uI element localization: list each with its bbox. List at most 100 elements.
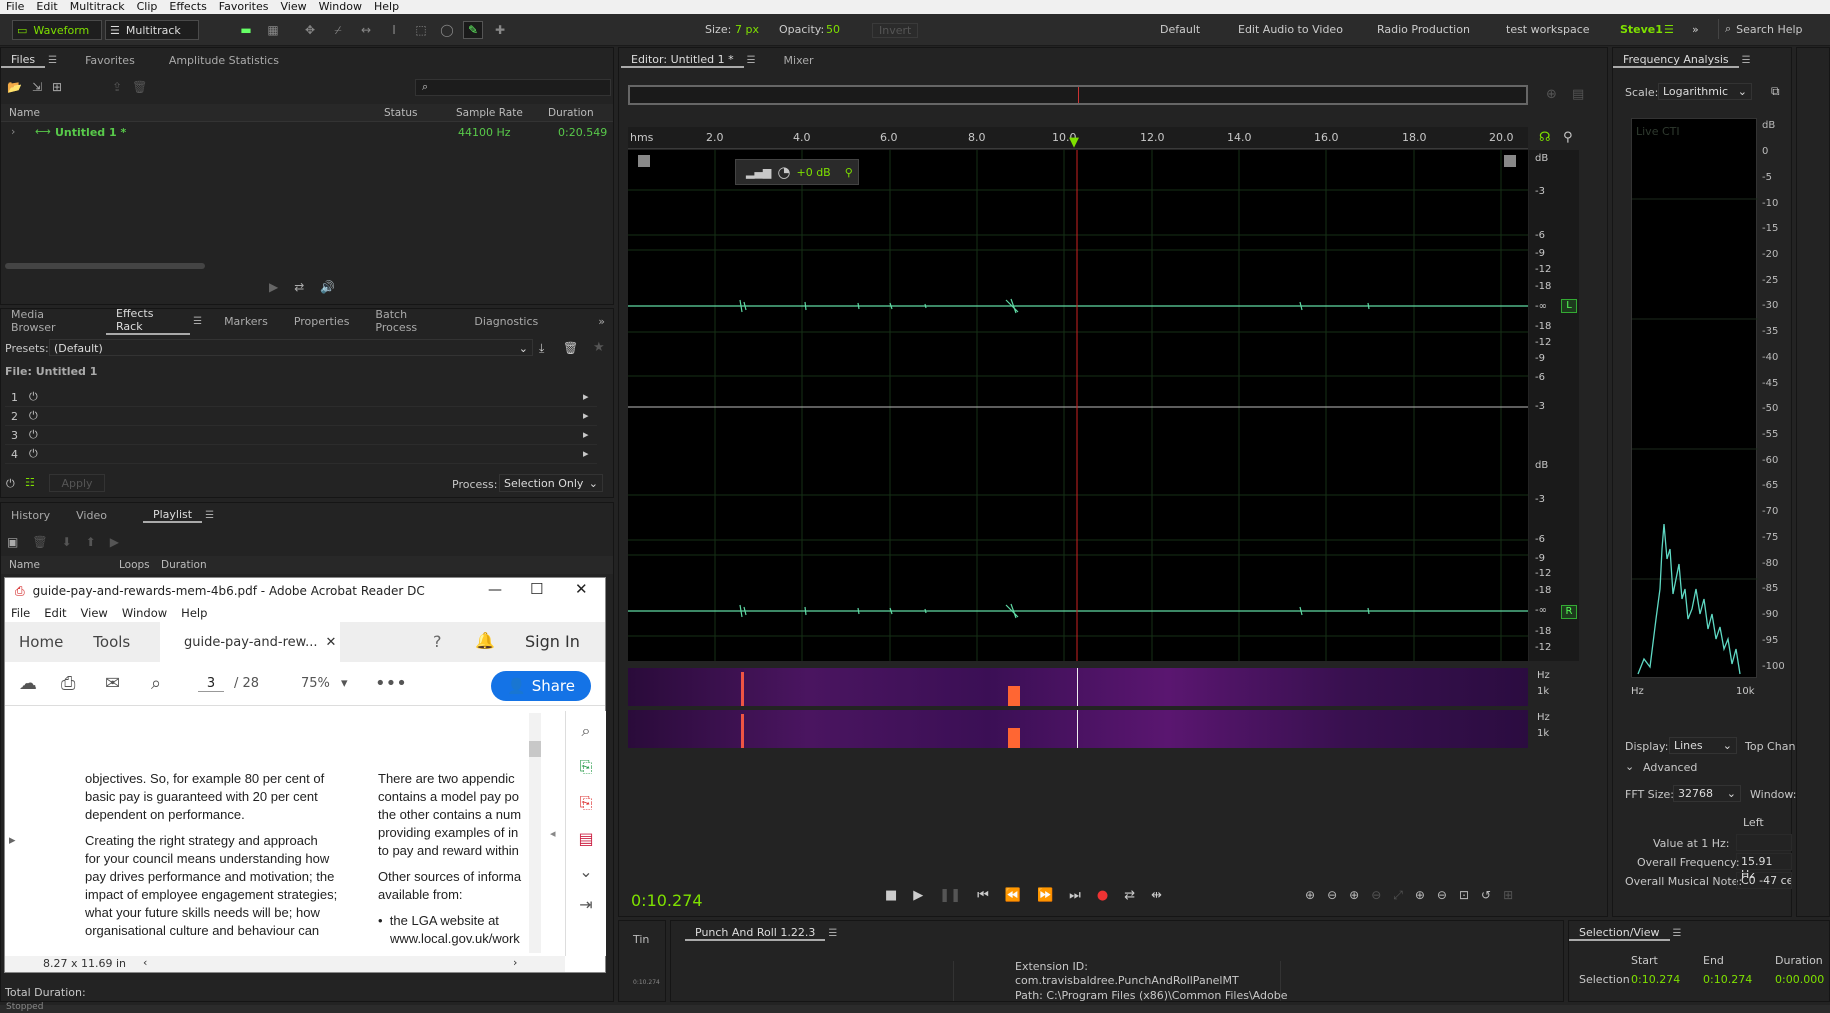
zoom-in-point-icon[interactable]: ⊕	[1415, 888, 1425, 903]
move-tool-icon[interactable]: ✥	[300, 21, 320, 39]
overview-bar[interactable]	[628, 85, 1528, 105]
panel-menu-icon[interactable]: ☰	[747, 55, 756, 66]
razor-tool-icon[interactable]: ⌿	[328, 21, 348, 39]
chevron-down-icon[interactable]: ⌄	[1625, 760, 1634, 773]
tab-files[interactable]: Files	[1, 53, 46, 68]
play-icon[interactable]: ▶	[913, 888, 923, 903]
playhead-marker-icon[interactable]: ▼	[1069, 135, 1079, 150]
acro-menu-edit[interactable]: Edit	[44, 606, 66, 620]
toggle-icon[interactable]: ▤	[1572, 87, 1584, 102]
tab-tools[interactable]: Tools	[93, 633, 130, 651]
workspace-default[interactable]: Default	[1160, 23, 1200, 36]
overflow-icon[interactable]: »	[1692, 23, 1699, 36]
process-select[interactable]: Selection Only ⌄	[499, 474, 603, 492]
zoom-select[interactable]: 75%	[301, 676, 330, 691]
col-duration[interactable]: Duration	[548, 107, 594, 119]
play-icon[interactable]: ▶	[110, 535, 119, 549]
slip-tool-icon[interactable]: ↔	[356, 21, 376, 39]
effect-slot[interactable]: 2 ⏻ ▸	[5, 407, 597, 426]
acro-menu-view[interactable]: View	[81, 606, 108, 620]
channel-left-button[interactable]: L	[1561, 299, 1577, 313]
zoom-in-time-icon[interactable]: ⊕	[1349, 888, 1359, 903]
zoom-out-point-icon[interactable]: ⊖	[1437, 888, 1447, 903]
open-file-icon[interactable]: 📂	[7, 80, 22, 94]
pin-icon[interactable]: ⚲	[1563, 130, 1573, 145]
close-icon[interactable]: ✕	[575, 580, 588, 598]
chevron-down-icon[interactable]: ⌄	[566, 862, 606, 881]
menu-clip[interactable]: Clip	[131, 0, 164, 14]
acro-menu-help[interactable]: Help	[181, 606, 207, 620]
create-pdf-icon[interactable]: ⎘	[566, 793, 606, 813]
zoom-in-amplitude-icon[interactable]: ⊕	[1305, 888, 1315, 903]
tab-diagnostics[interactable]: Diagnostics	[464, 315, 548, 328]
help-icon[interactable]: ?	[433, 632, 442, 651]
overflow-icon[interactable]: »	[588, 315, 615, 328]
zoom-out-time-icon[interactable]: ⊖	[1371, 888, 1381, 903]
acro-menu-file[interactable]: File	[11, 606, 30, 620]
file-row[interactable]: › ⟷ Untitled 1 * 44100 Hz 0:20.549	[1, 123, 613, 141]
close-tab-icon[interactable]: ✕	[325, 635, 336, 650]
display-select[interactable]: Lines ⌄	[1669, 737, 1737, 754]
page-input[interactable]: 3	[198, 676, 224, 692]
organize-pages-icon[interactable]: ▤	[566, 829, 606, 848]
menu-file[interactable]: File	[0, 0, 30, 14]
files-search-input[interactable]: ⌕	[415, 79, 611, 96]
slot-menu-icon[interactable]: ▸	[583, 390, 589, 403]
bell-icon[interactable]: 🔔	[475, 631, 495, 650]
menu-help[interactable]: Help	[368, 0, 405, 14]
record-icon[interactable]: ●	[1097, 888, 1108, 903]
power-icon[interactable]: ⏻	[29, 390, 38, 404]
rewind-icon[interactable]: ⏪	[1005, 888, 1021, 903]
print-icon[interactable]: ⎙	[61, 673, 75, 694]
effect-slot[interactable]: 4 ⏻ ▸	[5, 445, 597, 464]
spot-healing-icon[interactable]: ✚	[490, 21, 510, 39]
workspace-menu-icon[interactable]: ☰	[1664, 23, 1674, 36]
gain-value[interactable]: +0 dB	[796, 166, 830, 179]
invert-button[interactable]: Invert	[872, 23, 919, 38]
slot-menu-icon[interactable]: ▸	[583, 428, 589, 441]
nav-left-icon[interactable]: ▸	[9, 831, 16, 849]
share-button[interactable]: 👤 Share	[491, 671, 591, 701]
tin-tab[interactable]: Tin	[633, 933, 649, 946]
minimize-icon[interactable]: —	[488, 582, 502, 598]
spectral-display-top[interactable]	[628, 668, 1528, 706]
loop-icon[interactable]: ⇄	[294, 280, 304, 294]
tab-video[interactable]: Video	[66, 509, 117, 522]
fade-out-handle[interactable]	[1504, 155, 1516, 167]
export-pdf-icon[interactable]: ⎘	[566, 757, 606, 777]
channel-right-button[interactable]: R	[1561, 605, 1577, 619]
effect-slot[interactable]: 1 ⏻ ▸	[5, 388, 597, 407]
opacity-value[interactable]: 50	[826, 23, 840, 36]
trash-icon[interactable]: 🗑	[32, 535, 47, 549]
selection-duration[interactable]: 0:00.000	[1775, 973, 1824, 986]
chevron-down-icon[interactable]: ▾	[341, 676, 348, 691]
tab-batch-process[interactable]: Batch Process	[365, 308, 458, 334]
zoom-selection-icon[interactable]: ⊡	[1459, 888, 1469, 903]
export-icon[interactable]: ⇪	[112, 80, 122, 94]
stop-icon[interactable]: ■	[885, 888, 897, 903]
go-to-end-icon[interactable]: ⏭	[1069, 888, 1081, 903]
zoom-icon[interactable]: ⌕	[566, 721, 606, 741]
scale-select[interactable]: Logarithmic ⌄	[1658, 83, 1752, 100]
musical-note-field[interactable]: C0 -47 cen	[1736, 872, 1792, 889]
fade-in-handle[interactable]	[638, 155, 650, 167]
import-icon[interactable]: ⇲	[32, 80, 42, 94]
hud-gain[interactable]: ▂▄▆ ◔ +0 dB ⚲	[735, 159, 859, 185]
zoom-out-amplitude-icon[interactable]: ⊖	[1327, 888, 1337, 903]
loop-icon[interactable]: ⇄	[1124, 888, 1135, 903]
overall-freq-field[interactable]: 15.91 Hz	[1736, 853, 1792, 881]
tab-selection-view[interactable]: Selection/View	[1569, 926, 1670, 941]
list-icon[interactable]: ☷	[25, 476, 35, 489]
sign-in-button[interactable]: Sign In	[525, 632, 580, 651]
fast-forward-icon[interactable]: ⏩	[1037, 888, 1053, 903]
value-1hz-field[interactable]	[1736, 834, 1792, 851]
panel-menu-icon[interactable]: ☰	[205, 510, 214, 521]
marquee-icon[interactable]: ⬚	[411, 21, 431, 39]
collapse-pane-icon[interactable]: ⇥	[566, 895, 606, 914]
waveform-button[interactable]: ▭ Waveform	[12, 20, 102, 40]
frequency-graph[interactable]: Live CTI	[1631, 118, 1758, 678]
maximize-icon[interactable]: ☐	[530, 580, 543, 598]
col-status[interactable]: Status	[384, 107, 417, 119]
time-selection-icon[interactable]: I	[384, 21, 404, 39]
delete-icon[interactable]: 🗑	[132, 80, 147, 94]
